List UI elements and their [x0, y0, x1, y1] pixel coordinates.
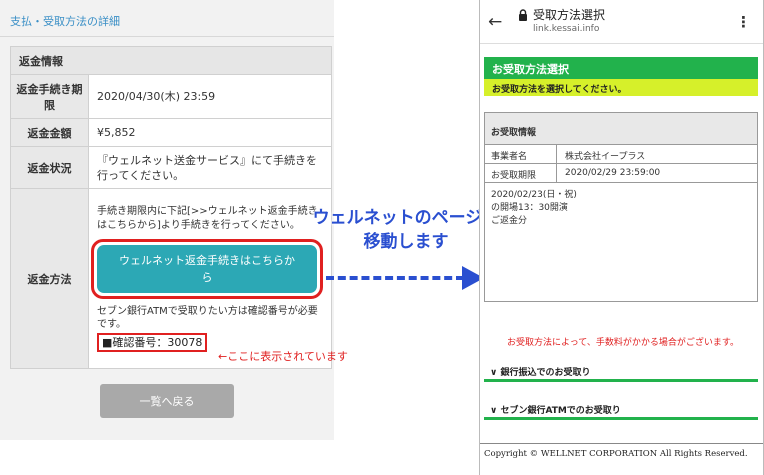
seven-bank-note: セブン銀行ATMで受取りたい方は確認番号が必要です。: [97, 306, 318, 330]
receive-notes: 2020/02/23(日・祝) の開場13：30開演 ご返金分: [485, 183, 757, 234]
confirmation-number: ■確認番号：30078: [97, 333, 208, 352]
deadline-label: 返金手続き期限: [10, 74, 89, 119]
refund-info-table: 返金情報 返金手続き期限 2020/04/30(木) 23:59 返金金額 ¥5…: [10, 46, 332, 369]
info-value: 株式会社イープラス: [565, 152, 646, 162]
deadline-value: 2020/04/30(木) 23:59: [88, 74, 332, 119]
table-row: 返金金額 ¥5,852: [10, 118, 332, 147]
bank-transfer-option[interactable]: ∨ 銀行振込でのお受取り: [484, 362, 758, 382]
mobile-browser: ← 受取方法選択 link.kessai.info ⋮ お受取方法選択 お受取方…: [479, 0, 764, 475]
footer-divider: [480, 443, 763, 444]
dashed-arrow-line: [326, 276, 464, 280]
page-title: 支払・受取方法の詳細: [10, 15, 120, 28]
table-row: 事業者名 株式会社イープラス: [485, 145, 757, 164]
note-line: 2020/02/23(日・祝): [491, 190, 577, 200]
info-value: 2020/02/29 23:59:00: [565, 168, 661, 178]
browser-url[interactable]: link.kessai.info: [533, 24, 599, 34]
wellnet-refund-button[interactable]: ウェルネット返金手続きはこちらから: [97, 245, 317, 293]
method-label: 返金方法: [10, 188, 89, 369]
amount-value: ¥5,852: [88, 118, 332, 147]
receive-method-subheading: お受取方法を選択してください。: [484, 79, 758, 96]
note-line: ご返金分: [491, 216, 528, 226]
status-label: 返金状況: [10, 146, 89, 189]
table-row: 返金方法 手続き期限内に下記[>>ウェルネット返金手続きはこちらから]より手続き…: [10, 188, 332, 369]
info-key: 事業者名: [485, 145, 557, 163]
receive-info-box: お受取情報 事業者名 株式会社イープラス お受取期限 2020/02/29 23…: [484, 112, 758, 302]
back-arrow-icon[interactable]: ←: [488, 12, 502, 32]
lock-icon: [519, 9, 527, 21]
browser-page-title: 受取方法選択: [533, 8, 606, 22]
fee-warning: お受取方法によって、手数料がかかる場合がございます。: [507, 338, 739, 348]
section-header: 返金情報: [10, 46, 332, 75]
screenshot-stage: 支払・受取方法の詳細 返金情報 返金手続き期限 2020/04/30(木) 23…: [0, 0, 764, 475]
seven-bank-atm-option[interactable]: ∨ セブン銀行ATMでのお受取り: [484, 400, 758, 420]
table-row: 返金手続き期限 2020/04/30(木) 23:59: [10, 74, 332, 119]
status-value: 『ウェルネット送金サービス』にて手続きを行ってください。: [88, 146, 332, 189]
receive-method-heading: お受取方法選択: [484, 57, 758, 79]
browser-toolbar: ← 受取方法選択 link.kessai.info ⋮: [480, 0, 763, 44]
info-key: お受取期限: [485, 164, 557, 182]
copyright-footer: Copyright © WELLNET CORPORATION All Righ…: [484, 449, 748, 459]
annotation-note: ←ここに表示されています: [218, 350, 348, 363]
table-row: お受取期限 2020/02/29 23:59:00: [485, 164, 757, 183]
table-row: 返金状況 『ウェルネット送金サービス』にて手続きを行ってください。: [10, 146, 332, 189]
more-vert-icon[interactable]: ⋮: [736, 13, 751, 31]
divider: [0, 36, 334, 37]
refund-details-panel: 支払・受取方法の詳細 返金情報 返金手続き期限 2020/04/30(木) 23…: [0, 0, 334, 440]
note-line: の開場13：30開演: [491, 203, 568, 213]
amount-label: 返金金額: [10, 118, 89, 147]
back-to-list-button[interactable]: 一覧へ戻る: [100, 384, 234, 418]
receive-info-title: お受取情報: [485, 113, 757, 145]
